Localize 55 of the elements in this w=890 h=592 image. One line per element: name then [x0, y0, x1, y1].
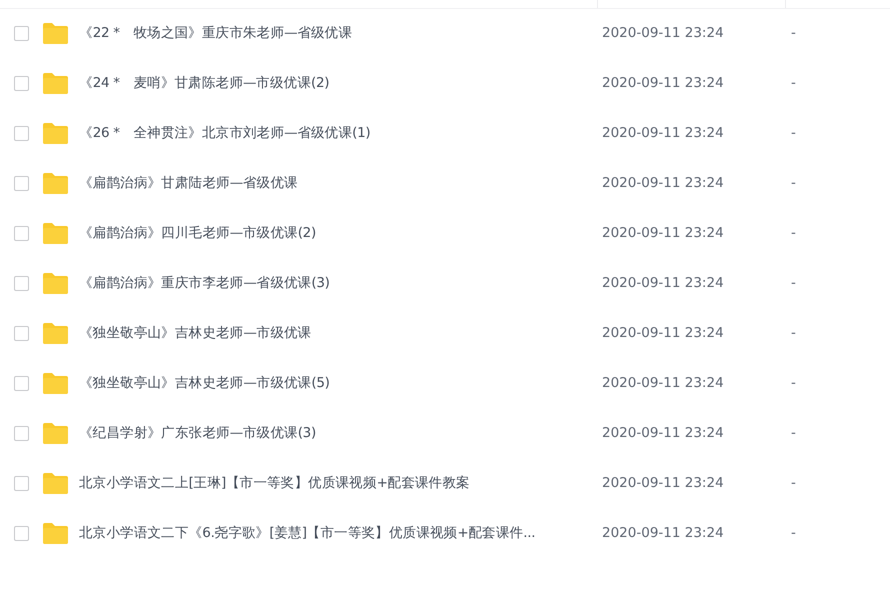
table-cell: 2020-09-11 23:24 — [602, 125, 724, 141]
folder-icon — [43, 272, 68, 294]
checkbox[interactable] — [14, 276, 29, 290]
table-cell: 2020-09-11 23:24 — [602, 275, 724, 291]
table-cell: 2020-09-11 23:24 — [602, 375, 724, 391]
folder-icon — [43, 222, 68, 244]
table-cell: - — [791, 375, 796, 391]
table-cell: - — [791, 275, 796, 291]
folder-icon — [43, 372, 68, 394]
file-name[interactable]: 北京小学语文二上[王琳]【市一等奖】优质课视频+配套课件教案 — [79, 475, 470, 491]
table-cell: - — [791, 75, 796, 91]
checkbox[interactable] — [14, 126, 29, 140]
file-name[interactable]: 《纪昌学射》广东张老师—市级优课(3) — [79, 425, 316, 441]
checkbox[interactable] — [14, 176, 29, 190]
table-cell: 2020-09-11 23:24 — [602, 425, 724, 441]
file-name[interactable]: 《扁鹊治病》重庆市李老师—省级优课(3) — [79, 275, 330, 291]
checkbox[interactable] — [14, 426, 29, 440]
table-cell: - — [791, 125, 796, 141]
table-cell: 2020-09-11 23:24 — [602, 475, 724, 491]
file-name[interactable]: 《扁鹊治病》甘肃陆老师—省级优课 — [79, 175, 298, 191]
table-cell: - — [791, 325, 796, 341]
checkbox[interactable] — [14, 226, 29, 240]
table-cell: - — [791, 475, 796, 491]
checkbox[interactable] — [14, 476, 29, 490]
folder-icon — [43, 472, 68, 494]
checkbox[interactable] — [14, 26, 29, 40]
file-name[interactable]: 北京小学语文二下《6.尧字歌》[姜慧]【市一等奖】优质课视频+配套课件... — [79, 525, 536, 541]
table-cell: 2020-09-11 23:24 — [602, 25, 724, 41]
table-cell: 2020-09-11 23:24 — [602, 175, 724, 191]
table-cell: 2020-09-11 23:24 — [602, 225, 724, 241]
file-name[interactable]: 《独坐敬亭山》吉林史老师—市级优课(5) — [79, 375, 330, 391]
table-cell: 2020-09-11 23:24 — [602, 75, 724, 91]
folder-icon — [43, 422, 68, 444]
file-name[interactable]: 《22 * 牧场之国》重庆市朱老师—省级优课 — [79, 25, 352, 41]
folder-icon — [43, 122, 68, 144]
checkbox[interactable] — [14, 376, 29, 390]
folder-icon — [43, 22, 68, 44]
file-name[interactable]: 《独坐敬亭山》吉林史老师—市级优课 — [79, 325, 312, 341]
checkbox[interactable] — [14, 76, 29, 90]
file-name[interactable]: 《24 * 麦哨》甘肃陈老师—市级优课(2) — [79, 75, 330, 91]
folder-icon — [43, 322, 68, 344]
table-cell: - — [791, 425, 796, 441]
table-cell: 2020-09-11 23:24 — [602, 525, 724, 541]
file-name[interactable]: 《扁鹊治病》四川毛老师—市级优课(2) — [79, 225, 316, 241]
checkbox[interactable] — [14, 326, 29, 340]
checkbox[interactable] — [14, 526, 29, 540]
folder-icon — [43, 522, 68, 544]
table-cell: - — [791, 175, 796, 191]
table-cell: - — [791, 525, 796, 541]
folder-icon — [43, 72, 68, 94]
folder-icon — [43, 172, 68, 194]
file-name[interactable]: 《26 * 全神贯注》北京市刘老师—省级优课(1) — [79, 125, 370, 141]
table-cell: - — [791, 225, 796, 241]
table-cell: 2020-09-11 23:24 — [602, 325, 724, 341]
table-cell: - — [791, 25, 796, 41]
